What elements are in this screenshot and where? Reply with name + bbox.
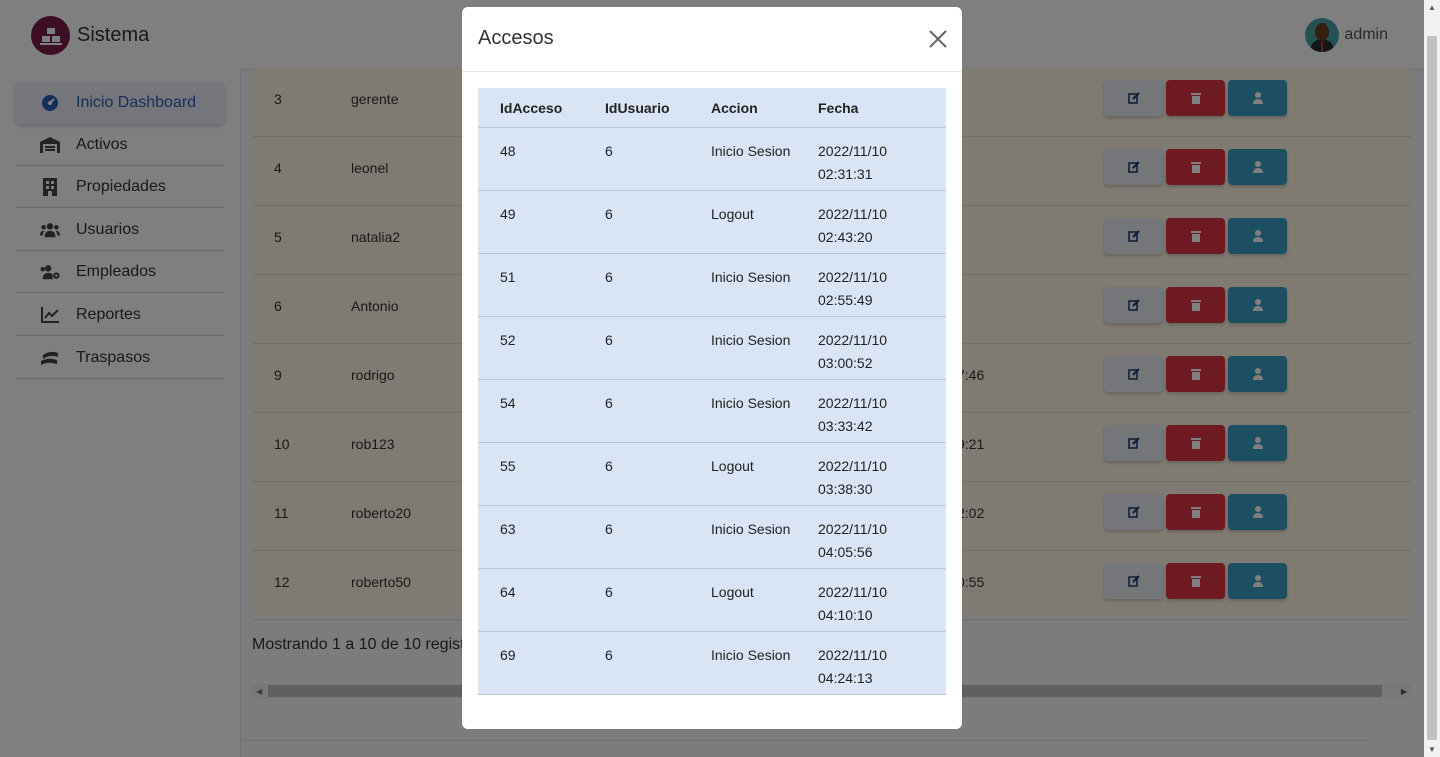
cell-accion: Inicio Sesion: [711, 269, 791, 285]
cell-fecha: 2022/11/10 04:05:56: [818, 521, 888, 560]
cell-idusuario: 6: [605, 143, 613, 159]
accesos-table: IdAcceso IdUsuario Accion Fecha 48 6 Ini…: [478, 88, 946, 695]
column-header: Accion: [711, 100, 758, 116]
modal-header: Accesos: [462, 7, 962, 72]
table-row: 48 6 Inicio Sesion 2022/11/10 02:31:31: [478, 128, 946, 191]
cell-idacceso: 48: [500, 143, 516, 159]
table-row: 55 6 Logout 2022/11/10 03:38:30: [478, 443, 946, 506]
cell-accion: Inicio Sesion: [711, 395, 791, 411]
table-row: 54 6 Inicio Sesion 2022/11/10 03:33:42: [478, 380, 946, 443]
table-row: 51 6 Inicio Sesion 2022/11/10 02:55:49: [478, 254, 946, 317]
cell-idusuario: 6: [605, 521, 613, 537]
cell-accion: Inicio Sesion: [711, 332, 791, 348]
table-row: 69 6 Inicio Sesion 2022/11/10 04:24:13: [478, 632, 946, 695]
scroll-down-icon[interactable]: ▼: [1428, 745, 1436, 754]
cell-fecha: 2022/11/10 03:00:52: [818, 332, 888, 371]
cell-idacceso: 54: [500, 395, 516, 411]
close-icon: [929, 30, 947, 48]
accesos-modal: Accesos IdAcceso IdUsuario Accion Fecha …: [462, 7, 962, 729]
cell-idacceso: 51: [500, 269, 516, 285]
cell-accion: Logout: [711, 458, 754, 474]
cell-idacceso: 49: [500, 206, 516, 222]
cell-idusuario: 6: [605, 395, 613, 411]
column-header: Fecha: [818, 100, 859, 116]
cell-fecha: 2022/11/10 04:10:10: [818, 584, 888, 623]
cell-fecha: 2022/11/10 02:55:49: [818, 269, 888, 308]
close-button[interactable]: [926, 27, 950, 51]
cell-idusuario: 6: [605, 584, 613, 600]
cell-idusuario: 6: [605, 332, 613, 348]
table-row: 49 6 Logout 2022/11/10 02:43:20: [478, 191, 946, 254]
table-row: 64 6 Logout 2022/11/10 04:10:10: [478, 569, 946, 632]
table-row: 63 6 Inicio Sesion 2022/11/10 04:05:56: [478, 506, 946, 569]
table-row: 52 6 Inicio Sesion 2022/11/10 03:00:52: [478, 317, 946, 380]
cell-idacceso: 64: [500, 584, 516, 600]
modal-title: Accesos: [478, 27, 554, 49]
cell-fecha: 2022/11/10 04:24:13: [818, 647, 888, 686]
table-header: IdAcceso IdUsuario Accion Fecha: [478, 88, 946, 128]
cell-accion: Inicio Sesion: [711, 521, 791, 537]
cell-idusuario: 6: [605, 647, 613, 663]
column-header: IdUsuario: [605, 100, 670, 116]
cell-fecha: 2022/11/10 02:43:20: [818, 206, 888, 245]
cell-accion: Logout: [711, 206, 754, 222]
cell-idacceso: 63: [500, 521, 516, 537]
cell-idacceso: 69: [500, 647, 516, 663]
cell-idacceso: 52: [500, 332, 516, 348]
cell-idusuario: 6: [605, 458, 613, 474]
cell-accion: Inicio Sesion: [711, 143, 791, 159]
cell-accion: Logout: [711, 584, 754, 600]
scroll-up-icon[interactable]: ▲: [1428, 3, 1436, 12]
column-header: IdAcceso: [500, 100, 563, 116]
page-scrollbar[interactable]: ▲ ▼: [1424, 0, 1440, 757]
cell-fecha: 2022/11/10 03:33:42: [818, 395, 888, 434]
cell-idusuario: 6: [605, 269, 613, 285]
cell-fecha: 2022/11/10 03:38:30: [818, 458, 888, 497]
scrollbar-thumb[interactable]: [1427, 36, 1437, 740]
cell-fecha: 2022/11/10 02:31:31: [818, 143, 888, 182]
cell-idacceso: 55: [500, 458, 516, 474]
cell-idusuario: 6: [605, 206, 613, 222]
cell-accion: Inicio Sesion: [711, 647, 791, 663]
